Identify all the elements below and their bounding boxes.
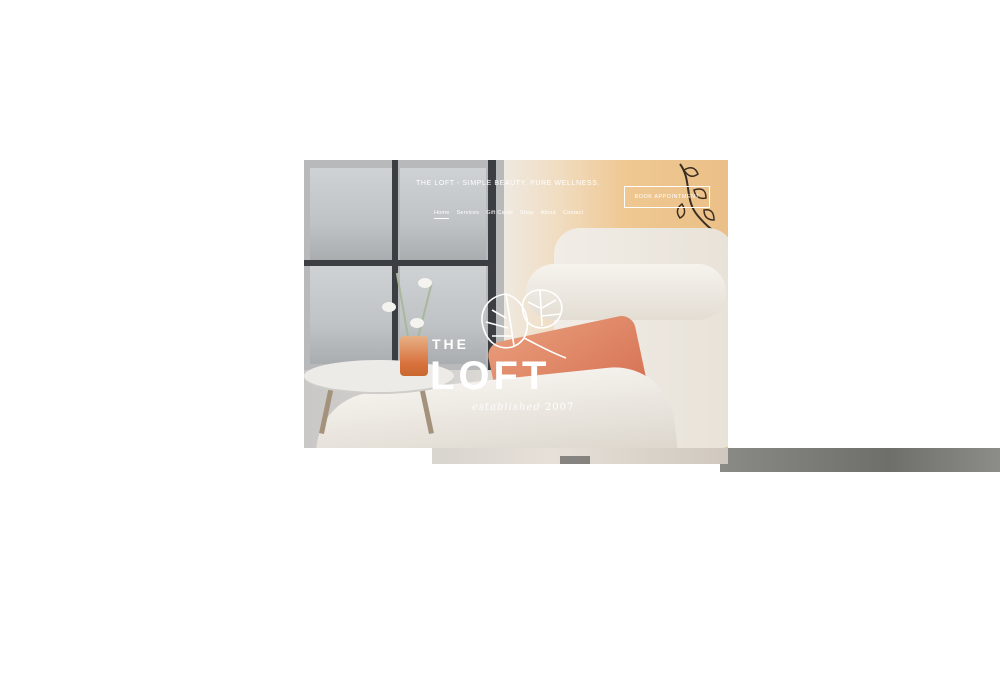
nav-item-services[interactable]: Services (456, 210, 479, 219)
nav-item-home[interactable]: Home (434, 210, 450, 219)
candle (400, 336, 428, 376)
logo-prefix: THE (432, 336, 469, 352)
nav-item-contact[interactable]: Contact (563, 210, 583, 219)
the-loft-logo[interactable]: THE LOFT established 2007 (430, 286, 580, 426)
book-appointment-button[interactable]: BOOK APPOINTMENT (624, 186, 710, 208)
nav-item-gift-cards[interactable]: Gift Cards (486, 210, 513, 219)
logo-established: established 2007 (472, 402, 574, 413)
glitch-strip-dark (560, 456, 590, 464)
window-pane (310, 266, 394, 364)
glitch-strip-right (720, 448, 1000, 472)
window-pane (310, 168, 394, 260)
nav-item-about[interactable]: About (541, 210, 556, 219)
logo-established-year: 2007 (544, 402, 575, 413)
logo-name: LOFT (430, 354, 551, 398)
logo-established-script: established (472, 402, 541, 413)
flower (382, 302, 396, 312)
flower (410, 318, 424, 328)
monstera-leaf-icon (481, 289, 567, 359)
hero-screenshot: THE LOFT - SIMPLE BEAUTY. PURE WELLNESS.… (304, 160, 728, 448)
window-mullion (304, 260, 496, 266)
site-tagline: THE LOFT - SIMPLE BEAUTY. PURE WELLNESS. (416, 180, 601, 187)
nav-item-shop[interactable]: Shop (520, 210, 534, 219)
main-nav: Home Services Gift Cards Shop About Cont… (434, 210, 583, 219)
